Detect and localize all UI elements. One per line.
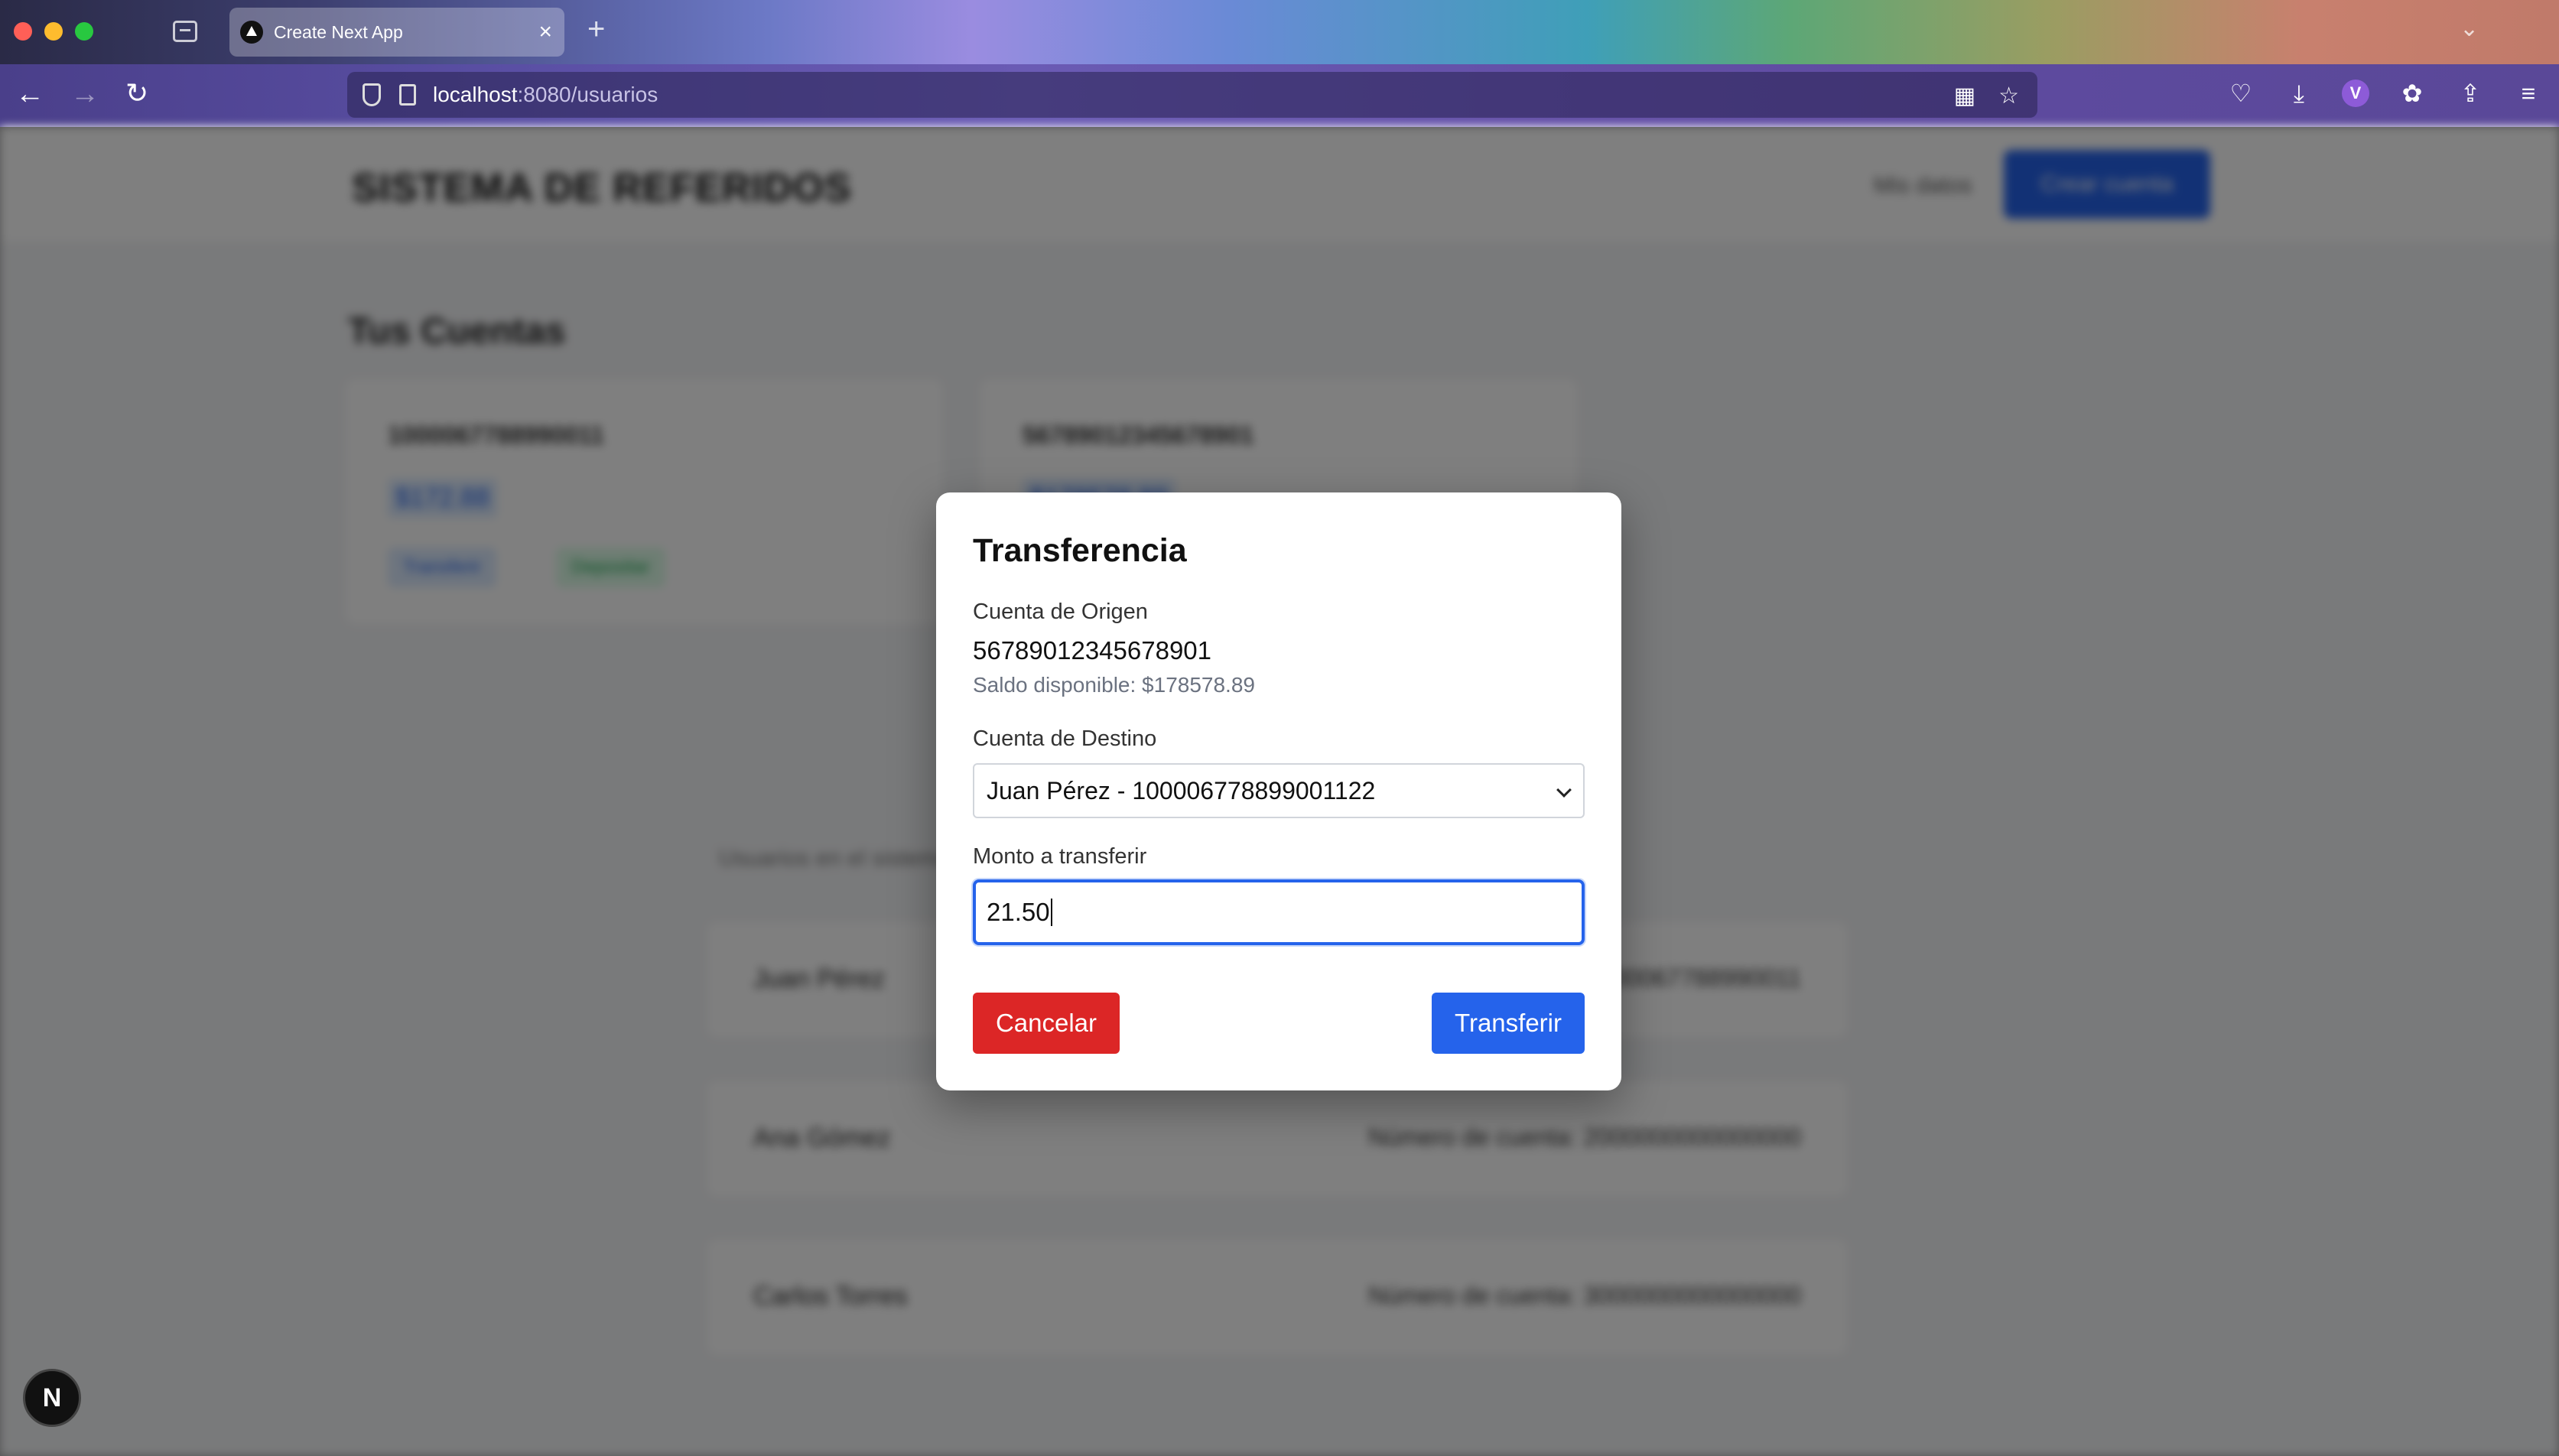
page-icon [399, 84, 416, 106]
url-path: :8080/usuarios [517, 83, 658, 106]
amount-value: 21.50 [987, 898, 1050, 926]
modal-title: Transferencia [973, 532, 1187, 569]
reload-icon[interactable]: ↻ [125, 80, 148, 107]
destination-account-label: Cuenta de Destino [973, 726, 1157, 751]
cancel-button[interactable]: Cancelar [973, 993, 1120, 1054]
url-text[interactable]: localhost:8080/usuarios [433, 83, 658, 107]
tab-title: Create Next App [274, 21, 403, 42]
hamburger-menu-icon[interactable]: ≡ [2513, 81, 2544, 106]
chevron-down-icon [1556, 782, 1572, 798]
amount-label: Monto a transferir [973, 844, 1147, 869]
pocket-icon[interactable]: ♡ [2226, 81, 2256, 106]
download-icon[interactable]: ⤓ [2284, 81, 2314, 106]
tab-close-icon[interactable]: × [538, 21, 552, 44]
text-caret [1050, 899, 1052, 926]
maximize-window-button[interactable] [75, 22, 93, 41]
transfer-button[interactable]: Transferir [1432, 993, 1585, 1054]
transfer-modal: Transferencia Cuenta de Origen 567890123… [936, 492, 1621, 1090]
browser-navbar: ← → ↻ localhost:8080/usuarios ▦ ☆ ♡ ⤓ V … [0, 64, 2559, 127]
tab-overview-icon[interactable] [173, 21, 197, 42]
nextjs-dev-badge[interactable]: N [23, 1369, 81, 1427]
url-bar[interactable]: localhost:8080/usuarios ▦ ☆ [347, 72, 2037, 118]
available-balance: Saldo disponible: $178578.89 [973, 673, 1255, 697]
origin-account-label: Cuenta de Origen [973, 600, 1148, 624]
browser-titlebar: Create Next App × + ⌄ [0, 0, 2559, 64]
back-arrow-icon[interactable]: ← [15, 80, 44, 109]
browser-tab[interactable]: Create Next App × [229, 8, 564, 57]
qr-code-icon[interactable]: ▦ [1954, 83, 1975, 109]
shield-icon[interactable] [363, 83, 381, 106]
bookmark-star-icon[interactable]: ☆ [1998, 83, 2019, 109]
share-icon[interactable]: ⇪ [2455, 81, 2486, 106]
destination-account-select[interactable]: Juan Pérez - 100006778899001122 [973, 763, 1585, 818]
close-window-button[interactable] [14, 22, 32, 41]
extension-puzzle-icon[interactable]: ✿ [2397, 81, 2427, 106]
url-host: localhost [433, 83, 518, 106]
nextjs-favicon-icon [240, 21, 263, 44]
minimize-window-button[interactable] [44, 22, 63, 41]
forward-arrow-icon[interactable]: → [70, 80, 99, 109]
new-tab-button[interactable]: + [587, 14, 605, 44]
origin-account-number: 56789012345678901 [973, 636, 1212, 665]
chevron-down-icon[interactable]: ⌄ [2460, 15, 2479, 42]
amount-input[interactable]: 21.50 [973, 879, 1585, 945]
destination-selected-value: Juan Pérez - 100006778899001122 [987, 776, 1376, 804]
account-avatar-icon[interactable]: V [2342, 80, 2369, 107]
